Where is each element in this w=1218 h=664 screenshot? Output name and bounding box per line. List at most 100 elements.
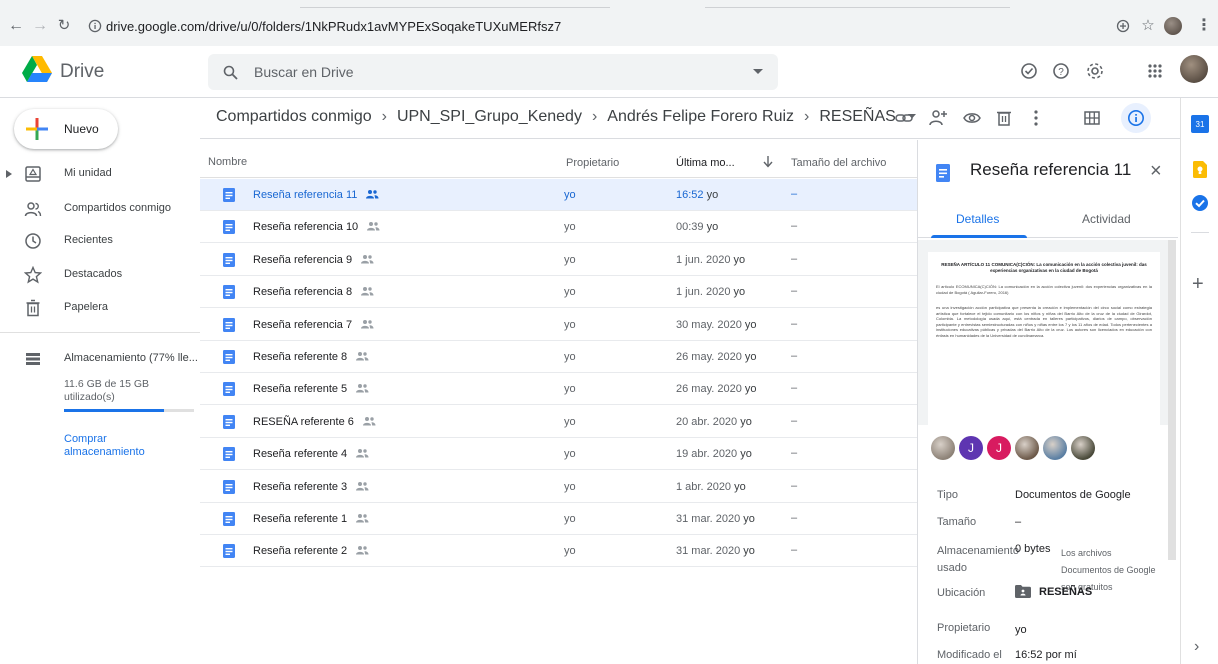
back-arrow-icon[interactable]: ← [8, 18, 24, 34]
keep-icon[interactable] [1193, 161, 1207, 178]
profile-avatar[interactable] [1164, 17, 1182, 35]
more-options-icon[interactable] [1026, 108, 1046, 128]
file-row[interactable]: Reseña referente 4 yo 19 abr. 2020 yo – [200, 438, 925, 471]
breadcrumb-item[interactable]: UPN_SPI_Grupo_Kenedy [397, 108, 582, 125]
grid-view-icon[interactable] [1082, 108, 1102, 128]
add-person-icon[interactable] [928, 108, 948, 128]
help-icon[interactable]: ? [1050, 60, 1072, 82]
breadcrumb-item[interactable]: Andrés Felipe Forero Ruiz [607, 108, 794, 125]
side-panel-rail: 31 + › [1180, 98, 1218, 664]
search-options-caret-icon[interactable] [753, 69, 763, 75]
file-name[interactable]: RESEÑA referente 6 [253, 416, 354, 428]
file-name[interactable]: Reseña referencia 7 [253, 319, 352, 331]
sidebar-item-shared[interactable]: Compartidos conmigo [0, 193, 200, 225]
file-owner: yo [564, 480, 576, 493]
forward-arrow-icon[interactable]: → [32, 18, 48, 34]
address-bar[interactable]: drive.google.com/drive/u/0/folders/1NkPR… [88, 16, 1168, 38]
file-row[interactable]: RESEÑA referente 6 yo 20 abr. 2020 yo – [200, 406, 925, 438]
file-name[interactable]: Reseña referente 4 [253, 448, 347, 460]
column-modified-header[interactable]: Última mo... [676, 157, 735, 169]
drive-logo-icon[interactable] [22, 56, 52, 82]
user-avatar[interactable] [1071, 436, 1095, 460]
plus-icon [26, 118, 48, 140]
details-scrollbar[interactable] [1168, 240, 1176, 560]
column-size-header[interactable]: Tamaño del archivo [791, 157, 886, 169]
file-row[interactable]: Reseña referente 8 yo 26 may. 2020 yo – [200, 341, 925, 373]
user-avatar[interactable]: J [959, 436, 983, 460]
breadcrumb-item[interactable]: Compartidos conmigo [216, 108, 372, 125]
file-row[interactable]: Reseña referente 1 yo 31 mar. 2020 yo – [200, 503, 925, 535]
user-avatar[interactable] [1015, 436, 1039, 460]
file-size: – [791, 382, 798, 395]
file-name[interactable]: Reseña referencia 9 [253, 254, 352, 266]
calendar-icon[interactable]: 31 [1191, 115, 1209, 133]
sidebar-item-trash[interactable]: Papelera [0, 292, 200, 324]
sidebar-item-recent[interactable]: Recientes [0, 225, 200, 257]
apps-grid-icon[interactable] [1144, 60, 1166, 82]
file-name[interactable]: Reseña referencia 11 [253, 189, 357, 201]
user-avatar[interactable] [1043, 436, 1067, 460]
get-addons-plus-icon[interactable]: + [1192, 274, 1204, 294]
breadcrumb-current-folder[interactable]: RESEÑAS [819, 108, 895, 125]
sort-down-arrow-icon[interactable] [763, 156, 773, 168]
user-avatar[interactable]: J [987, 436, 1011, 460]
tab-activity[interactable]: Actividad [1082, 212, 1131, 226]
close-icon[interactable]: × [1150, 161, 1162, 181]
file-name[interactable]: Reseña referente 2 [253, 545, 347, 557]
buy-storage-link[interactable]: Comprar almacenamiento [64, 433, 174, 459]
zoom-icon[interactable] [1116, 19, 1130, 33]
sidebar-item-my-drive[interactable]: Mi unidad [0, 158, 200, 190]
google-docs-icon [223, 317, 235, 332]
search-box[interactable]: Buscar en Drive [208, 54, 778, 90]
document-preview[interactable]: RESEÑA ARTÍCULO 11 COMUNICA(C)CIÓN: La c… [918, 240, 1168, 425]
reload-icon[interactable]: ↻ [56, 18, 72, 34]
sidebar-item-storage[interactable]: Almacenamiento (77% lle... [0, 343, 200, 375]
sidebar-item-starred[interactable]: Destacados [0, 259, 200, 291]
info-icon[interactable] [88, 19, 102, 33]
file-name[interactable]: Reseña referente 5 [253, 383, 347, 395]
tasks-icon[interactable] [1191, 194, 1209, 212]
file-row[interactable]: Reseña referencia 8 yo 1 jun. 2020 yo – [200, 276, 925, 309]
google-docs-icon [223, 447, 235, 462]
search-icon[interactable] [223, 65, 238, 80]
shared-people-icon [356, 514, 369, 523]
expand-panel-chevron-icon[interactable]: › [1194, 638, 1199, 656]
new-button[interactable]: Nuevo [14, 109, 118, 149]
browser-menu-icon[interactable]: ⋮ [1196, 18, 1212, 34]
file-name[interactable]: Reseña referente 8 [253, 351, 347, 363]
preview-eye-icon[interactable] [962, 108, 982, 128]
tab-details[interactable]: Detalles [956, 212, 999, 226]
settings-gear-icon[interactable] [1084, 60, 1106, 82]
file-name[interactable]: Reseña referencia 8 [253, 286, 352, 298]
file-row[interactable]: Reseña referencia 9 yo 1 jun. 2020 yo – [200, 244, 925, 276]
bookmark-star-icon[interactable]: ☆ [1140, 18, 1156, 34]
rail-divider [1191, 232, 1209, 233]
account-avatar[interactable] [1180, 55, 1208, 83]
file-name[interactable]: Reseña referente 1 [253, 513, 347, 525]
column-name-header[interactable]: Nombre [208, 156, 247, 168]
storage-progress-bar [64, 409, 194, 412]
details-toggle-button[interactable] [1121, 103, 1151, 133]
modified-label: Modificado el [937, 649, 1002, 661]
user-avatar[interactable] [931, 436, 955, 460]
location-label: Ubicación [937, 587, 986, 599]
file-row[interactable]: Reseña referencia 10 yo 00:39 yo – [200, 211, 925, 244]
column-owner-header[interactable]: Propietario [566, 157, 619, 169]
search-input[interactable]: Buscar en Drive [254, 64, 354, 80]
file-owner: yo [564, 253, 576, 266]
file-row[interactable]: Reseña referente 5 yo 26 may. 2020 yo – [200, 373, 925, 406]
file-row[interactable]: Reseña referente 3 yo 1 abr. 2020 yo – [200, 471, 925, 503]
modified-by: yo [706, 221, 719, 234]
file-row[interactable]: Reseña referente 2 yo 31 mar. 2020 yo – [200, 535, 925, 568]
file-row[interactable]: Reseña referencia 11 yo 16:52 yo – [200, 179, 925, 211]
type-label: Tipo [937, 489, 958, 501]
expand-arrow-icon[interactable] [6, 170, 12, 178]
offline-check-icon[interactable] [1018, 60, 1040, 82]
link-icon[interactable] [894, 108, 914, 128]
delete-icon[interactable] [994, 108, 1014, 128]
file-name[interactable]: Reseña referencia 10 [253, 221, 358, 233]
file-name[interactable]: Reseña referente 3 [253, 481, 347, 493]
location-value[interactable]: RESEÑAS [1039, 586, 1092, 598]
shared-people-icon [356, 449, 369, 458]
file-row[interactable]: Reseña referencia 7 yo 30 may. 2020 yo – [200, 309, 925, 341]
